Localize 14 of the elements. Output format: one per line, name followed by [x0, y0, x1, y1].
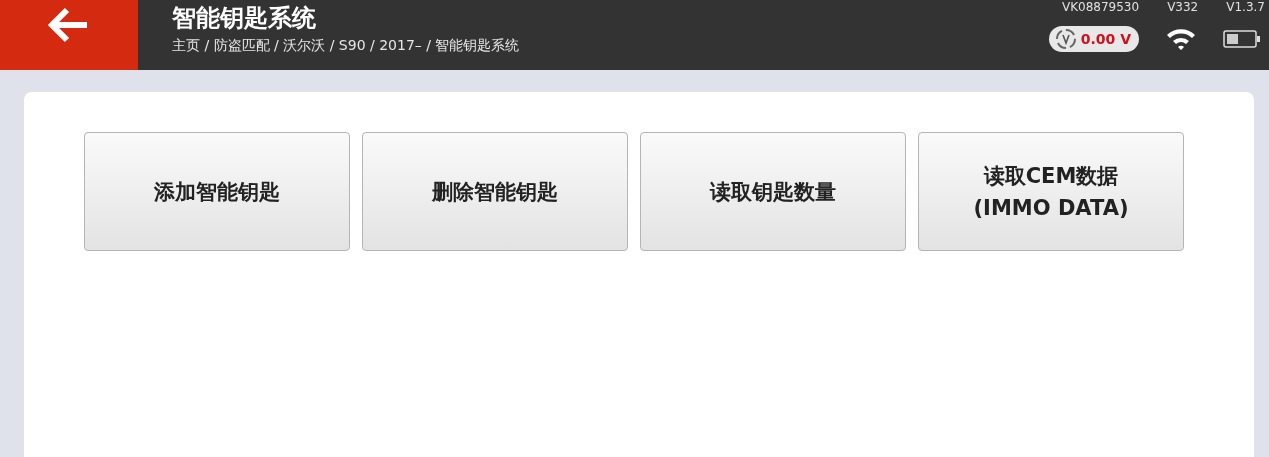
- device-info-text: V332: [1167, 0, 1199, 14]
- back-button[interactable]: [0, 0, 138, 70]
- voltmeter-icon: [1054, 28, 1077, 50]
- function-button[interactable]: 添加智能钥匙: [84, 132, 350, 251]
- wifi-icon: [1165, 27, 1197, 51]
- function-button[interactable]: 删除智能钥匙: [362, 132, 628, 251]
- breadcrumb: 主页 / 防盗匹配 / 沃尔沃 / S90 / 2017– / 智能钥匙系统: [172, 36, 521, 54]
- battery-icon: [1223, 29, 1261, 49]
- device-info-text: VK08879530: [1061, 0, 1140, 14]
- function-button[interactable]: 读取钥匙数量: [640, 132, 906, 251]
- voltage-indicator: 0.00 V: [1048, 26, 1139, 52]
- device-info-text: V1.3.7: [1226, 0, 1265, 14]
- page-title: 智能钥匙系统: [172, 3, 317, 34]
- function-button[interactable]: 读取CEM数据 (IMMO DATA): [918, 132, 1184, 251]
